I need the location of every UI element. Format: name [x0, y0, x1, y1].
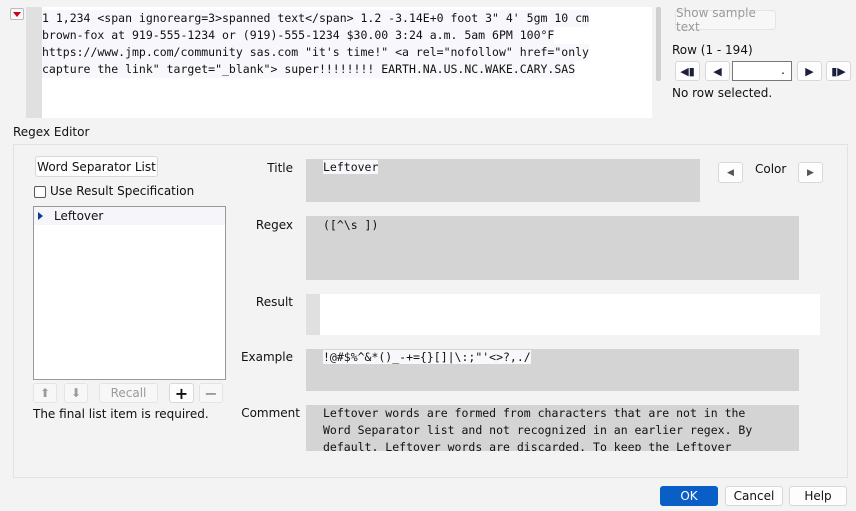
row-status: No row selected.	[672, 86, 773, 100]
title-label: Title	[267, 161, 293, 175]
red-triangle-icon	[13, 11, 21, 17]
first-row-button[interactable]: ◀▮	[675, 61, 700, 81]
regex-label: Regex	[255, 218, 293, 232]
row-input[interactable]: .	[732, 61, 792, 81]
result-label: Result	[255, 295, 293, 309]
left-arrow-icon: ◀	[713, 64, 722, 78]
comment-line: Leftover words are formed from character…	[323, 406, 746, 420]
help-button[interactable]: Help	[789, 486, 847, 506]
menu-button[interactable]	[10, 8, 24, 20]
color-prev-button[interactable]: ◀	[718, 162, 743, 183]
color-label: Color	[755, 162, 787, 176]
result-field[interactable]	[320, 294, 820, 335]
first-arrow-icon: ◀▮	[680, 64, 695, 78]
title-field[interactable]: Leftover	[306, 159, 700, 202]
example-value: !@#$%^&*()_-+={}[]|\:;"'<>?,./	[323, 350, 531, 364]
list-item[interactable]: Leftover	[34, 207, 225, 225]
cancel-button[interactable]: Cancel	[725, 486, 783, 506]
left-triangle-icon: ◀	[727, 167, 734, 178]
regex-editor-heading: Regex Editor	[13, 125, 90, 139]
remove-item-button[interactable]: −	[199, 383, 223, 403]
sample-line: 1 1,234 <span ignorearg=3>spanned text</…	[42, 10, 589, 27]
last-arrow-icon: ▮▶	[831, 64, 846, 78]
sample-text-area[interactable]: 1 1,234 <span ignorearg=3>spanned text</…	[42, 7, 652, 118]
required-note: The final list item is required.	[33, 407, 209, 421]
example-label: Example	[240, 350, 293, 364]
sample-line: brown-fox at 919-555-1234 or (919)-555-1…	[42, 27, 555, 44]
regex-value: ([^\s ])	[323, 218, 379, 232]
sample-gutter	[26, 7, 42, 118]
regex-list[interactable]: Leftover	[33, 206, 226, 380]
use-result-spec-checkbox[interactable]	[34, 186, 46, 198]
right-arrow-icon: ▶	[805, 64, 814, 78]
word-separator-list-button[interactable]: Word Separator List	[35, 156, 158, 177]
comment-line: default, Leftover words are discarded. T…	[323, 440, 732, 451]
list-item-label: Leftover	[54, 209, 104, 223]
sample-line: https://www.jmp.com/community sas.com "i…	[42, 44, 589, 61]
expand-triangle-icon	[38, 212, 43, 220]
prev-row-button[interactable]: ◀	[705, 61, 730, 81]
show-sample-text-button[interactable]: Show sample text	[675, 6, 776, 34]
row-range-label: Row (1 - 194)	[672, 43, 753, 57]
up-arrow-icon: ⬆	[39, 386, 51, 400]
down-arrow-icon: ⬇	[70, 386, 82, 400]
recall-button[interactable]: Recall	[99, 383, 158, 403]
title-value: Leftover	[323, 160, 379, 174]
color-next-button[interactable]: ▶	[798, 162, 823, 183]
move-down-button[interactable]: ⬇	[64, 383, 88, 403]
example-field[interactable]: !@#$%^&*()_-+={}[]|\:;"'<>?,./	[306, 349, 799, 391]
ok-button[interactable]: OK	[660, 486, 718, 506]
sample-line: capture the link" target="_blank"> super…	[42, 61, 576, 78]
move-up-button[interactable]: ⬆	[33, 383, 57, 403]
add-item-button[interactable]: +	[169, 383, 194, 403]
use-result-spec-label: Use Result Specification	[50, 184, 195, 198]
right-triangle-icon: ▶	[807, 167, 814, 178]
next-row-button[interactable]: ▶	[797, 61, 822, 81]
sample-scrollbar[interactable]	[656, 7, 661, 81]
regex-field[interactable]: ([^\s ])	[306, 216, 799, 280]
comment-label: Comment	[241, 406, 300, 420]
result-gutter	[306, 294, 320, 335]
plus-icon: +	[174, 383, 189, 403]
minus-icon: −	[204, 383, 218, 403]
last-row-button[interactable]: ▮▶	[826, 61, 851, 81]
comment-field[interactable]: Leftover words are formed from character…	[306, 405, 799, 451]
comment-line: Word Separator list and not recognized i…	[323, 423, 753, 437]
